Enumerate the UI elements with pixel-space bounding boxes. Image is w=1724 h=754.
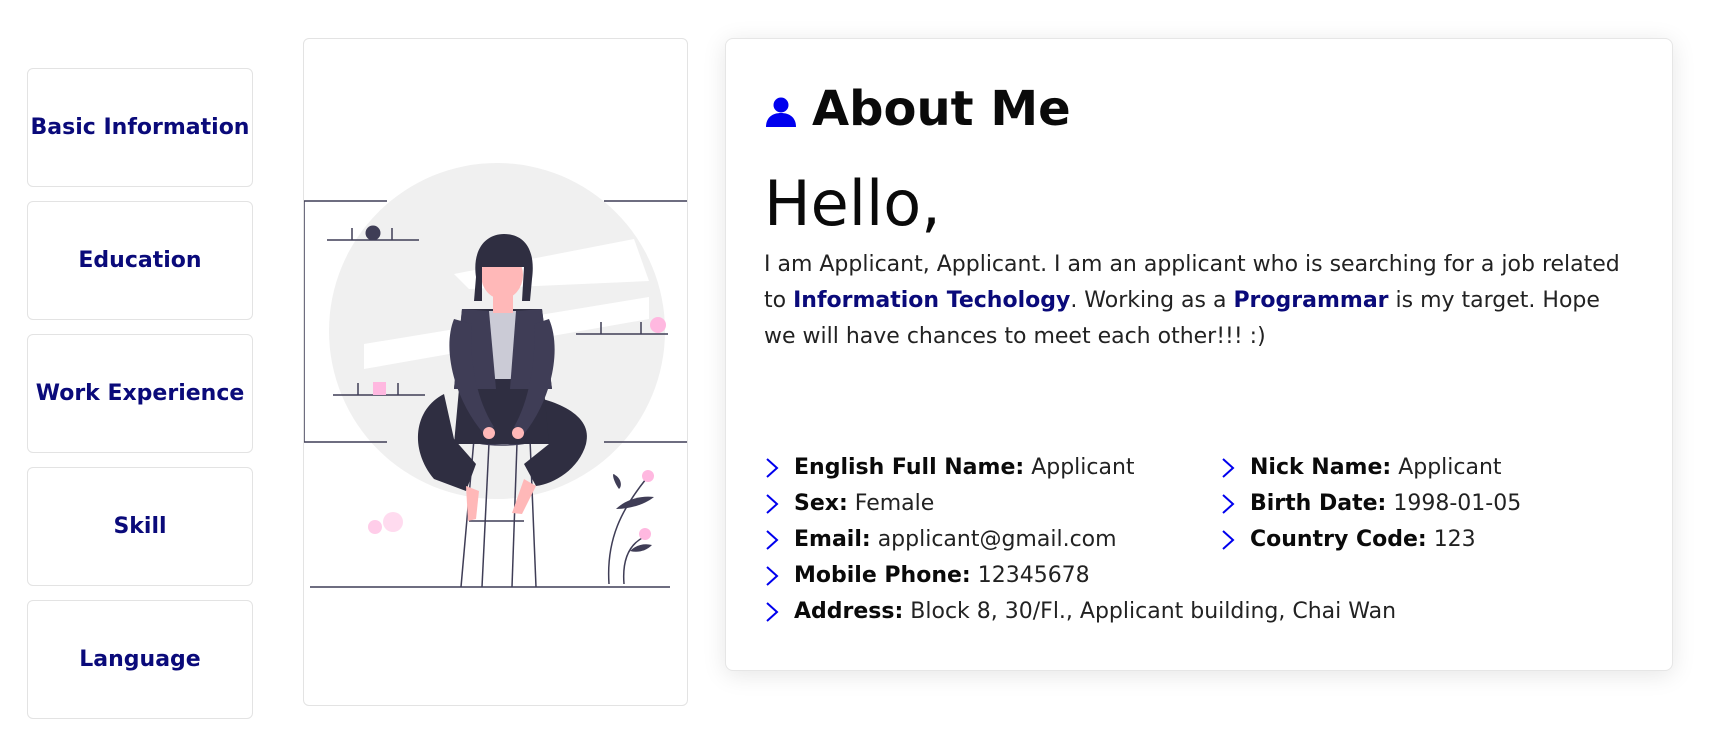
page-title: About Me (812, 81, 1071, 137)
chevron-right-icon (766, 529, 779, 550)
sidebar-item-label: Skill (113, 514, 167, 539)
about-me-card: About Me Hello, I am Applicant, Applican… (725, 38, 1673, 671)
detail-value: 123 (1433, 527, 1476, 552)
detail-value: Applicant (1398, 455, 1502, 480)
chevron-right-icon (766, 565, 779, 586)
sidebar-item-education[interactable]: Education (27, 201, 253, 320)
detail-country-code: Country Code: 123 (1220, 527, 1476, 552)
detail-mobile-phone: Mobile Phone: 12345678 (764, 563, 1090, 588)
detail-sex: Sex: Female (764, 491, 934, 516)
sidebar-item-label: Basic Information (30, 115, 250, 140)
detail-value: Block 8, 30/Fl., Applicant building, Cha… (910, 599, 1397, 624)
sidebar-item-label: Language (79, 647, 201, 672)
page: Basic Information Education Work Experie… (0, 0, 1724, 754)
detail-value: applicant@gmail.com (877, 527, 1117, 552)
sidebar-item-label: Education (78, 248, 202, 273)
intro-text-2: . Working as a (1070, 288, 1234, 313)
chevron-right-icon (766, 457, 779, 478)
sidebar-item-language[interactable]: Language (27, 600, 253, 719)
woman-on-stool-illustration (304, 163, 687, 588)
detail-label: English Full Name: (794, 455, 1025, 480)
chevron-right-icon (1222, 457, 1235, 478)
sidebar-item-work-experience[interactable]: Work Experience (27, 334, 253, 453)
detail-label: Country Code: (1250, 527, 1427, 552)
intro-paragraph: I am Applicant, Applicant. I am an appli… (764, 247, 1634, 355)
greeting-heading: Hello, (764, 167, 941, 240)
chevron-right-icon (766, 493, 779, 514)
detail-english-full-name: English Full Name: Applicant (764, 455, 1135, 480)
sidebar-item-label: Work Experience (35, 381, 245, 406)
detail-value: Applicant (1031, 455, 1135, 480)
detail-label: Email: (794, 527, 871, 552)
detail-label: Mobile Phone: (794, 563, 971, 588)
detail-birth-date: Birth Date: 1998-01-05 (1220, 491, 1521, 516)
detail-label: Nick Name: (1250, 455, 1392, 480)
detail-value: 12345678 (977, 563, 1090, 588)
intro-highlight-field: Information Techology (793, 288, 1071, 313)
detail-email: Email: applicant@gmail.com (764, 527, 1117, 552)
detail-label: Sex: (794, 491, 848, 516)
sidebar-item-skill[interactable]: Skill (27, 467, 253, 586)
chevron-right-icon (1222, 493, 1235, 514)
intro-highlight-role: Programmar (1233, 288, 1389, 313)
illustration-card (303, 38, 688, 706)
chevron-right-icon (766, 601, 779, 622)
about-header: About Me (764, 81, 1071, 137)
detail-address: Address: Block 8, 30/Fl., Applicant buil… (764, 599, 1396, 624)
sidebar-item-basic-information[interactable]: Basic Information (27, 68, 253, 187)
detail-value: 1998-01-05 (1393, 491, 1522, 516)
sidebar-nav: Basic Information Education Work Experie… (27, 68, 255, 733)
detail-label: Address: (794, 599, 904, 624)
detail-label: Birth Date: (1250, 491, 1387, 516)
chevron-right-icon (1222, 529, 1235, 550)
detail-value: Female (854, 491, 935, 516)
detail-nick-name: Nick Name: Applicant (1220, 455, 1502, 480)
user-icon (766, 97, 796, 127)
